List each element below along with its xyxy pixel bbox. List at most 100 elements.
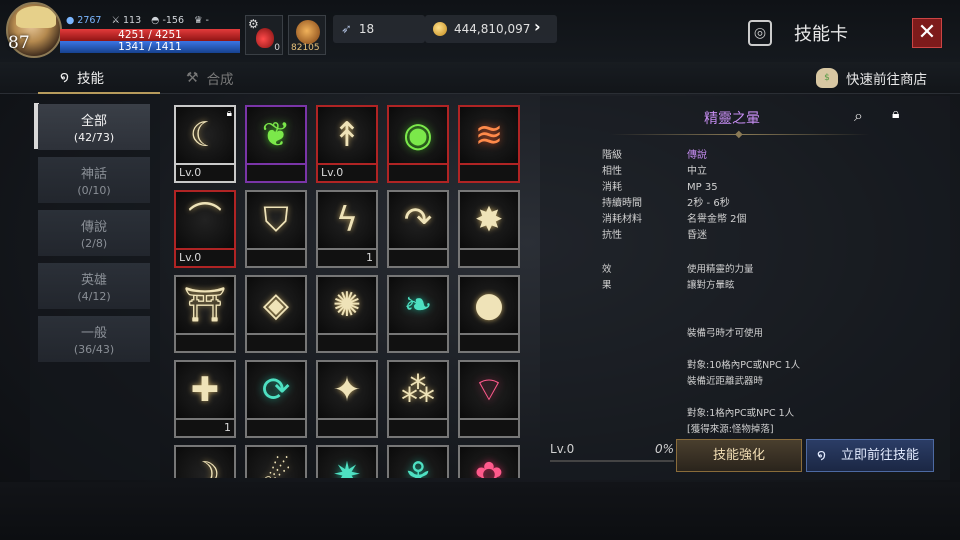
skill-card[interactable]: ↟ Lv.0 (316, 105, 378, 183)
skill-card-info (387, 335, 449, 353)
skill-card[interactable]: ● (458, 275, 520, 353)
category-normal[interactable]: 一般 (36/43) (38, 316, 150, 362)
skill-card[interactable]: ☄ (245, 445, 307, 478)
goto-skill-button[interactable]: ໑ 立即前往技能 (806, 439, 934, 472)
skill-card[interactable]: ↷ (387, 190, 449, 268)
skill-card[interactable]: ⌒ Lv.0 (174, 190, 236, 268)
moon-star-icon: ☾ (189, 115, 221, 155)
quick-shop-label: 快速前往商店 (846, 72, 927, 88)
totem-icon: ✚ (190, 370, 220, 410)
skill-card-frame: ⛩ (174, 275, 236, 335)
category-all[interactable]: 全部 (42/73) (38, 104, 150, 150)
skill-card-frame: ⚘ (387, 445, 449, 478)
stat-d: ♛ - (194, 15, 209, 26)
category-legend-count: (2/8) (80, 237, 108, 250)
category-mythic[interactable]: 神話 (0/10) (38, 157, 150, 203)
skill-card[interactable]: ⛉ (245, 190, 307, 268)
skill-card[interactable]: ⟳ (245, 360, 307, 438)
skill-progress-bar (550, 460, 674, 462)
category-normal-count: (36/43) (73, 343, 115, 356)
skill-card[interactable]: ⚘ (387, 445, 449, 478)
skill-card-frame: ↷ (387, 190, 449, 250)
exp-orb-icon: ● (66, 15, 75, 26)
effect-line: 讓對方暈眩 (687, 280, 735, 291)
category-hero[interactable]: 英雄 (4/12) (38, 263, 150, 309)
effect-line: 對象:1格內PC或NPC 1人 (687, 408, 795, 419)
category-sidebar: 全部 (42/73) 神話 (0/10) 傳說 (2/8) 英雄 (4/12) … (30, 100, 160, 480)
leaf-icon: ❧ (403, 285, 433, 325)
skill-card[interactable]: ✿ (458, 445, 520, 478)
skill-detail-panel: 精靈之暈 ◆ ⌕ 🔒︎ 階級 傳說 相性 中立 消耗 MP 35 持續時間 2秒 - 6秒 消耗… (540, 96, 950, 480)
stat-b: ⚔ 113 (111, 15, 141, 26)
skill-card-frame: ✺ (316, 275, 378, 335)
quick-shop-link[interactable]: $ 快速前往商店 (816, 62, 927, 94)
search-icon[interactable]: ⌕ (854, 106, 863, 126)
skill-card[interactable]: ✺ (316, 275, 378, 353)
crescent-icon: ☽ (189, 455, 221, 478)
skill-card-frame: ◉ (387, 105, 449, 165)
category-all-count: (42/73) (73, 131, 115, 144)
hp-bar: 4251 / 4251 (60, 29, 240, 41)
top-status-bar: 87 ● 2767 ⚔ 113 ◓ -156 ♛ - 4251 / 4251 1341 … (0, 0, 960, 62)
skill-card[interactable]: ☾ 🔒︎ Lv.0 (174, 105, 236, 183)
effect-line: 裝備近距離武器時 (687, 376, 764, 387)
property-row: 階級 傳說 (602, 148, 747, 164)
skill-card-frame: ❦ (245, 105, 307, 165)
tab-skills[interactable]: ໑ 技能 (38, 62, 160, 94)
skill-card-frame: ✦ (316, 360, 378, 420)
potion-slot[interactable]: ⚙ 0 (245, 15, 283, 55)
mini-stats: ● 2767 ⚔ 113 ◓ -156 ♛ - (66, 15, 209, 26)
effect-line (687, 294, 927, 310)
skill-card[interactable]: ☽ (174, 445, 236, 478)
sprout-icon: ⚘ (402, 455, 434, 478)
skill-name: 精靈之暈 (704, 111, 760, 127)
skill-card-frame: ☽ (174, 445, 236, 478)
property-row: 相性 中立 (602, 164, 747, 180)
skill-card-level: Lv.0 (179, 166, 202, 179)
skill-card[interactable]: ❦ (245, 105, 307, 183)
skill-card[interactable]: ✦ (316, 360, 378, 438)
close-button[interactable]: ✕ (912, 18, 942, 48)
scroll-slot[interactable]: 82105 (288, 15, 326, 55)
category-legend[interactable]: 傳說 (2/8) (38, 210, 150, 256)
skill-card[interactable]: ✸ (458, 190, 520, 268)
skill-card[interactable]: ✷ (316, 445, 378, 478)
beacon-icon: ◉ (403, 115, 433, 155)
skill-card[interactable]: ϟ1 (316, 190, 378, 268)
avatar-hair (16, 6, 56, 28)
skill-card-info (245, 250, 307, 268)
player-level: 87 (8, 33, 30, 53)
claw-icon: ≋ (474, 115, 504, 155)
skill-card[interactable]: ⌔ (458, 360, 520, 438)
skill-card[interactable]: ◉ (387, 105, 449, 183)
wings-amount: 18 (358, 22, 375, 36)
category-mythic-label: 神話 (80, 167, 107, 182)
skill-card-info (458, 250, 520, 268)
skill-card-info (245, 335, 307, 353)
skill-card[interactable]: ❧ (387, 275, 449, 353)
skill-card-info: Lv.0 (174, 250, 236, 268)
skill-card[interactable]: ✚ 1 (174, 360, 236, 438)
shatter-icon: ⁂ (401, 370, 435, 410)
category-all-label: 全部 (80, 114, 107, 129)
skill-progress: 0% (654, 442, 674, 456)
enhance-skill-button[interactable]: 技能強化 (676, 439, 802, 472)
skill-card[interactable]: ≋ (458, 105, 520, 183)
effect-line (687, 310, 927, 326)
skill-card-frame: ↟ (316, 105, 378, 165)
category-hero-count: (4/12) (77, 290, 111, 303)
crossed-swords-icon: ⚔ (111, 15, 121, 26)
skill-card-info (458, 420, 520, 438)
gear-icon[interactable]: ⚙ (248, 17, 259, 31)
skill-card[interactable]: ⁂ (387, 360, 449, 438)
stat-d-value: - (205, 15, 209, 26)
property-value: MP 35 (687, 182, 718, 193)
effect-line: [獲得來源:怪物掉落] (687, 424, 774, 435)
skill-card[interactable]: ◈ (245, 275, 307, 353)
currency-expand-arrow-icon[interactable]: › (534, 17, 541, 36)
property-row: 持續時間 2秒 - 6秒 (602, 196, 747, 212)
lock-icon[interactable]: 🔒︎ (892, 106, 899, 122)
skill-card[interactable]: ⛩ (174, 275, 236, 353)
tab-compose[interactable]: ⚒ 合成 (186, 62, 234, 94)
skill-card-frame: ☾ 🔒︎ (174, 105, 236, 165)
